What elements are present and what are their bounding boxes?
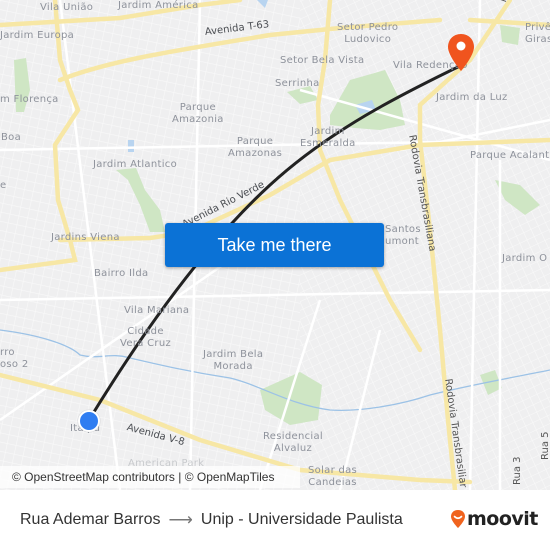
label-jardim-o: Jardim O bbox=[502, 253, 548, 264]
route-summary: Rua Ademar Barros ⟶ Unip - Universidade … bbox=[20, 510, 403, 530]
origin-marker-icon[interactable] bbox=[78, 410, 100, 432]
label-vila-uniao: Vila União bbox=[40, 2, 94, 13]
moovit-logo: moovit bbox=[450, 508, 538, 530]
label-line: Setor Pedro bbox=[337, 22, 399, 33]
label-solar-das-candeias: Solar das Candeias bbox=[308, 465, 357, 489]
label-serrinha: Serrinha bbox=[275, 78, 320, 89]
arrow-right-icon: ⟶ bbox=[168, 510, 193, 529]
label-bairro-cardoso: rro oso 2 bbox=[0, 347, 29, 371]
label-jardim-america: Jardim América bbox=[118, 0, 199, 11]
origin-name: Rua Ademar Barros bbox=[20, 511, 161, 528]
label-line: Giras bbox=[525, 34, 550, 45]
label-line: rro bbox=[0, 347, 15, 358]
label-line: Esmeralda bbox=[300, 138, 356, 149]
label-line: oso 2 bbox=[0, 359, 29, 370]
label-line: Candeias bbox=[308, 477, 357, 488]
label-line: Residencial bbox=[263, 431, 323, 442]
label-line: Amazonia bbox=[172, 114, 224, 125]
label-line: umont bbox=[385, 236, 419, 247]
label-line: Morada bbox=[213, 361, 253, 372]
road-label-rua-5: Rua 5 bbox=[540, 431, 550, 460]
label-line: Cidade bbox=[127, 326, 164, 337]
destination-pin-icon[interactable] bbox=[446, 33, 476, 73]
label-line: Parque bbox=[236, 136, 274, 147]
label-residencial-alvaluz: Residencial Alvaluz bbox=[263, 431, 323, 455]
label-line: Jardim bbox=[310, 126, 345, 137]
label-bairro-ilda: Bairro Ilda bbox=[94, 268, 149, 279]
label-jardim-florenca: m Florença bbox=[0, 94, 59, 105]
label-jardim-europa: Jardim Europa bbox=[0, 30, 75, 41]
label-setor-pedro-ludovico: Setor Pedro Ludovico bbox=[337, 22, 398, 46]
map-attribution[interactable]: © OpenStreetMap contributors | © OpenMap… bbox=[0, 466, 300, 488]
label-parque-amazonia: Parque Amazonia bbox=[172, 102, 224, 126]
label-line: Ludovico bbox=[344, 34, 392, 45]
label-line: Jardim Bela bbox=[203, 349, 264, 360]
label-jardins-viena: Jardins Viena bbox=[51, 232, 120, 243]
label-cidade-vera-cruz: Cidade Vera Cruz bbox=[120, 326, 171, 350]
label-setor-bela-vista: Setor Bela Vista bbox=[280, 55, 365, 66]
label-line: Parque bbox=[179, 102, 217, 113]
label-jardim-da-luz: Jardim da Luz bbox=[436, 92, 508, 103]
label-line: Amazonas bbox=[228, 148, 283, 159]
label-line: Privê bbox=[525, 22, 550, 33]
moovit-pin-icon bbox=[451, 510, 465, 528]
label-santos-dumont: Santos umont bbox=[385, 224, 421, 248]
destination-name: Unip - Universidade Paulista bbox=[200, 511, 403, 528]
label-vila-mariana: Vila Mariana bbox=[124, 305, 190, 316]
label-jardim-bela-morada: Jardim Bela Morada bbox=[203, 349, 263, 373]
label-line: Vera Cruz bbox=[120, 338, 172, 349]
label-boa: Boa bbox=[1, 132, 22, 143]
take-me-there-button[interactable]: Take me there bbox=[165, 223, 384, 267]
label-jardim-atlantico: Jardim Atlantico bbox=[93, 159, 178, 170]
moovit-wordmark: moovit bbox=[467, 508, 538, 530]
map-view[interactable]: Vila União Jardim América Jardim Europa … bbox=[0, 0, 550, 490]
label-jardim-esmeralda: Jardim Esmeralda bbox=[300, 126, 356, 150]
label-line: Alvaluz bbox=[273, 443, 313, 454]
label-e: e bbox=[0, 180, 7, 191]
label-prive-girassol: Privê Giras bbox=[525, 22, 550, 46]
label-parque-acalanto: Parque Acalant bbox=[470, 150, 550, 161]
label-line: Solar das bbox=[308, 465, 358, 476]
label-line: Santos bbox=[385, 224, 421, 235]
label-parque-amazonas: Parque Amazonas bbox=[228, 136, 282, 160]
road-label-rua-3: Rua 3 bbox=[512, 456, 523, 485]
